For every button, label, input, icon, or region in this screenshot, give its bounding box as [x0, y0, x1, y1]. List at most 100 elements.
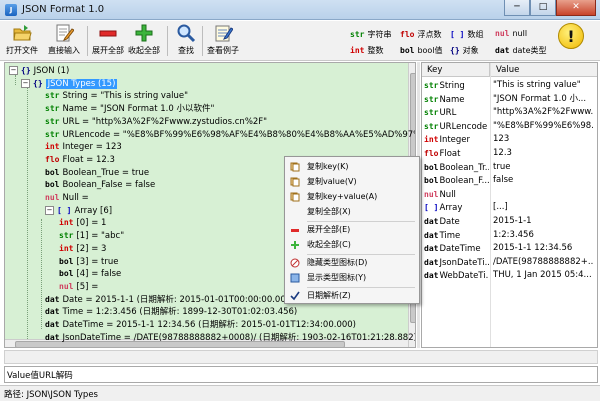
tree-node[interactable]: bol [4] = false	[59, 268, 121, 280]
tree-node[interactable]: int Integer = 123	[45, 141, 122, 153]
tree-node[interactable]: dat Time = 1:2:3.456 (日期解析: 1899-12-30T01…	[45, 306, 297, 318]
grid-key-text: Date	[439, 217, 460, 227]
grid-key-text: Null	[439, 189, 456, 200]
tree-node[interactable]: str Name = "JSON Format 1.0 小以软件"	[45, 103, 214, 115]
context-menu-item[interactable]: 日期解析(Z)	[285, 289, 419, 303]
type-tag: str	[424, 81, 439, 90]
toolbar-separator	[87, 26, 88, 56]
context-menu-item[interactable]: 展开全部(E)	[285, 223, 419, 237]
tree-node[interactable]: −{} JSON (1)	[9, 65, 69, 77]
grid-row[interactable]: strName "JSON Format 1.0 小...	[422, 93, 597, 106]
grid-value-cell: "JSON Format 1.0 小...	[493, 93, 587, 104]
tree-node[interactable]: bol [3] = true	[59, 256, 118, 268]
tree-node[interactable]: str String = "This is string value"	[45, 90, 188, 102]
grid-row[interactable]: bolBoolean_F... false	[422, 174, 597, 187]
type-tag: int	[45, 142, 60, 152]
context-menu-item[interactable]: 复制key(K)	[285, 160, 419, 174]
open-file-button[interactable]: 打开文件	[6, 23, 38, 59]
type-tag: flo	[45, 154, 60, 164]
grid-row[interactable]: datDateTime 2015-1-1 12:34.56	[422, 242, 597, 256]
tree-node[interactable]: dat JsonDateTime = /DATE(98788888882+0008…	[45, 332, 415, 344]
type-tag: str	[45, 116, 60, 126]
type-tag: str	[59, 231, 74, 241]
tree-node[interactable]: bol Boolean_False = false	[45, 179, 155, 191]
direct-input-button[interactable]: 直接输入	[48, 23, 80, 59]
grid-key-cell: datTime	[424, 229, 489, 243]
tree-expander-icon[interactable]: −	[21, 78, 30, 88]
tree-node[interactable]: int [2] = 3	[59, 243, 106, 255]
blank-icon	[290, 207, 300, 217]
tree-node[interactable]: nul [5] =	[59, 281, 98, 293]
grid-row[interactable]: datWebDateTi... THU, 1 Jan 2015 05:4...	[422, 269, 597, 282]
tree-node[interactable]: −[ ] Array [6]	[45, 205, 112, 217]
expand-all-button[interactable]: 展开全部	[92, 23, 124, 59]
tree-node[interactable]: flo Float = 12.3	[45, 154, 115, 166]
view-example-button[interactable]: 查看例子	[207, 23, 239, 59]
context-menu-label: 展开全部(E)	[307, 225, 351, 234]
tree-node-label: JSON (1)	[33, 66, 70, 76]
window-controls: ─ □ ✕	[504, 0, 596, 16]
grid-key-cell: datDate	[424, 215, 489, 229]
tree-node[interactable]: str [1] = "abc"	[59, 230, 124, 242]
context-menu-label: 收起全部(C)	[307, 240, 351, 249]
tree-node-label: Array [6]	[74, 205, 113, 216]
context-menu-item[interactable]: 收起全部(C)	[285, 238, 419, 252]
url-decode-panel[interactable]: Value值URL解码	[4, 366, 598, 383]
collapse-all-button[interactable]: 收起全部	[128, 23, 160, 59]
grid-row[interactable]: intInteger 123	[422, 133, 597, 146]
grid-value-cell: "http%3A%2F%2Fwww...	[493, 107, 593, 118]
close-button[interactable]: ✕	[556, 0, 596, 16]
legend-item: flo 浮点数	[400, 30, 442, 39]
maximize-button[interactable]: □	[530, 0, 556, 16]
tree-node[interactable]: −{} JSON Types (15)	[21, 78, 118, 90]
tree-expander-icon[interactable]: −	[9, 66, 18, 75]
grid-row[interactable]: strURL "http%3A%2F%2Fwww...	[422, 106, 597, 119]
tree-node[interactable]: nul Null =	[45, 192, 89, 204]
tree-node[interactable]: bol Boolean_True = true	[45, 167, 149, 179]
context-menu-item[interactable]: 复制key+value(A)	[285, 190, 419, 204]
context-menu-separator	[307, 221, 415, 222]
grid-header: Key Value	[422, 63, 597, 77]
help-icon[interactable]: !	[558, 23, 584, 49]
type-tag: dat	[424, 257, 439, 267]
grid-value-cell: [...]	[493, 202, 508, 213]
grid-key-text: Boolean_Tr...	[439, 162, 489, 173]
grid-row[interactable]: datTime 1:2:3.456	[422, 229, 597, 243]
context-menu: 复制key(K) 复制value(V) 复制key+value(A) 复制全部(X) 展…	[284, 156, 420, 304]
tree-node[interactable]: int [0] = 1	[59, 217, 106, 229]
grid-value-cell: 2015-1-1	[493, 216, 532, 226]
legend-item: str 字符串	[350, 30, 392, 39]
checkmark-icon	[290, 291, 300, 301]
context-menu-label: 隐藏类型图标(D)	[307, 258, 368, 267]
tree-node[interactable]: dat DateTime = 2015-1-1 12:34.56 (日期解析: 2…	[45, 319, 356, 331]
type-tag: int	[59, 243, 74, 253]
grid-key-cell: datDateTime	[424, 242, 489, 256]
context-menu-item[interactable]: 复制value(V)	[285, 175, 419, 189]
grid-row[interactable]: bolBoolean_Tr... true	[422, 161, 597, 174]
tree-node[interactable]: str URLencode = "%E8%BF%99%E6%98%AF%E4%B8…	[45, 129, 415, 141]
grid-row[interactable]: datDate 2015-1-1	[422, 215, 597, 229]
property-grid[interactable]: Key Value strString "This is string value…	[421, 62, 598, 348]
minimize-button[interactable]: ─	[504, 0, 530, 16]
tree-expander-icon[interactable]: −	[45, 205, 54, 215]
plus-icon	[290, 240, 300, 250]
grid-row[interactable]: [ ]Array [...]	[422, 201, 597, 214]
context-menu-item[interactable]: 显示类型图标(Y)	[285, 271, 419, 285]
type-tag: bol	[59, 269, 74, 279]
grid-row[interactable]: datJsonDateTi... /DATE(98788888882+...	[422, 256, 597, 269]
type-tag: dat	[424, 217, 439, 226]
column-header-value[interactable]: Value	[491, 63, 597, 77]
grid-value-cell: "This is string value"	[493, 80, 581, 90]
context-menu-item[interactable]: 隐藏类型图标(D)	[285, 256, 419, 270]
column-header-key[interactable]: Key	[422, 63, 490, 77]
grid-value-cell: true	[493, 161, 511, 172]
tree-node[interactable]: str URL = "http%3A%2F%2Fwww.zystudios.cn%…	[45, 116, 267, 128]
tree-node[interactable]: dat Date = 2015-1-1 (日期解析: 2015-01-01T00:…	[45, 294, 294, 306]
type-tag: nul	[45, 193, 60, 202]
context-menu-item[interactable]: 复制全部(X)	[285, 205, 419, 219]
grid-row[interactable]: strURLencode "%E8%BF%99%E6%98...	[422, 120, 597, 133]
search-button[interactable]: 查找	[176, 23, 196, 59]
grid-row[interactable]: nulNull	[422, 188, 597, 201]
grid-row[interactable]: floFloat 12.3	[422, 147, 597, 160]
grid-row[interactable]: strString "This is string value"	[422, 79, 597, 92]
